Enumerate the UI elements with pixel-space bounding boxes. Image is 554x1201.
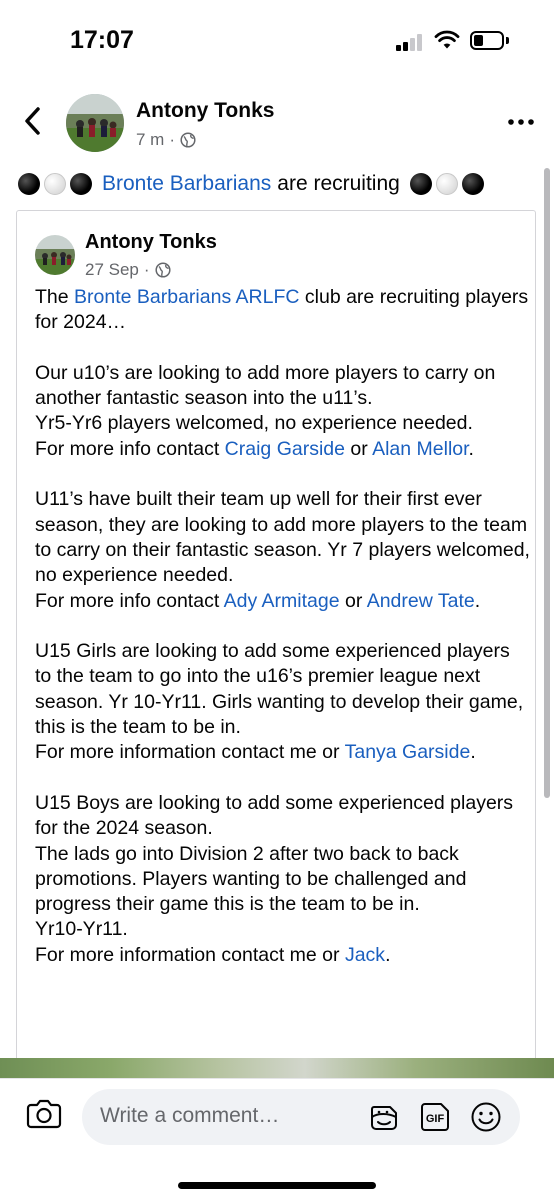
status-bar: 17:07 bbox=[0, 0, 554, 80]
headline-text: are recruiting bbox=[277, 172, 400, 195]
paragraph-text: The bbox=[35, 286, 75, 308]
paragraph-text: Our u10’s are looking to add more player… bbox=[35, 361, 496, 410]
paragraph-text: U15 Boys are looking to add some experie… bbox=[35, 791, 514, 840]
shared-author-name[interactable]: Antony Tonks bbox=[85, 231, 217, 254]
shared-post-body: The Bronte Barbarians ARLFC club are rec… bbox=[35, 285, 531, 993]
cellular-signal-icon bbox=[396, 33, 426, 51]
home-indicator bbox=[178, 1182, 376, 1189]
meta-dot: · bbox=[169, 130, 176, 149]
paragraph-text: or bbox=[344, 437, 373, 460]
mention-link[interactable]: Andrew Tate bbox=[367, 590, 475, 612]
post-photo-preview[interactable] bbox=[0, 1058, 554, 1080]
post-headline: Bronte Barbarians are recruiting bbox=[18, 170, 488, 198]
black-circle-emoji bbox=[461, 173, 484, 195]
white-circle-emoji bbox=[435, 173, 458, 195]
paragraph-text: . bbox=[468, 437, 474, 460]
post-meta: 7 m · bbox=[136, 130, 196, 150]
paragraph-text: U15 Girls are looking to add some experi… bbox=[35, 640, 524, 739]
paragraph-text: or bbox=[339, 589, 367, 612]
comment-input[interactable]: Write a comment… GIF bbox=[82, 1089, 520, 1145]
paragraph-text: For more info contact bbox=[35, 589, 224, 612]
sticker-icon[interactable] bbox=[366, 1099, 402, 1135]
mention-link[interactable]: Tanya Garside bbox=[345, 741, 471, 763]
post-paragraph: The Bronte Barbarians ARLFC club are rec… bbox=[35, 285, 531, 336]
globe-icon bbox=[155, 262, 171, 278]
post-time[interactable]: 7 m bbox=[136, 130, 164, 150]
paragraph-text: For more information contact me or bbox=[35, 741, 345, 764]
gif-icon[interactable]: GIF bbox=[417, 1099, 453, 1135]
post-paragraph: U11’s have built their team up well for … bbox=[35, 487, 531, 613]
post-paragraph: U15 Boys are looking to add some experie… bbox=[35, 791, 531, 968]
black-circle-emoji bbox=[18, 173, 40, 195]
black-circle-emoji bbox=[70, 173, 92, 195]
scrollbar[interactable] bbox=[544, 168, 550, 798]
paragraph-text: U11’s have built their team up well for … bbox=[35, 488, 530, 587]
camera-icon[interactable] bbox=[26, 1097, 62, 1129]
mention-link[interactable]: Alan Mellor bbox=[372, 438, 468, 460]
shared-post-meta: 27 Sep · bbox=[85, 260, 171, 280]
paragraph-text: . bbox=[385, 943, 391, 966]
emoji-icon[interactable] bbox=[468, 1099, 504, 1135]
comment-composer: Write a comment… GIF bbox=[0, 1078, 554, 1201]
paragraph-text: The lads go into Division 2 after two ba… bbox=[35, 842, 467, 916]
post-paragraph: Our u10’s are looking to add more player… bbox=[35, 361, 531, 462]
white-circle-emoji bbox=[44, 173, 66, 195]
post-paragraph: U15 Girls are looking to add some experi… bbox=[35, 639, 531, 765]
mention-link[interactable]: Bronte Barbarians ARLFC bbox=[74, 286, 299, 308]
paragraph-text: . bbox=[474, 589, 481, 612]
mention-link[interactable]: Jack bbox=[345, 944, 385, 966]
author-name[interactable]: Antony Tonks bbox=[136, 99, 274, 123]
globe-icon bbox=[180, 132, 196, 148]
paragraph-text: For more info contact bbox=[35, 437, 225, 460]
gif-label: GIF bbox=[426, 1113, 445, 1125]
paragraph-text: Yr10-Yr11. bbox=[35, 918, 128, 941]
shared-post-card[interactable]: Antony Tonks 27 Sep · The Bronte Barbari… bbox=[16, 210, 536, 1060]
paragraph-text: . bbox=[470, 741, 476, 764]
group-link[interactable]: Bronte Barbarians bbox=[102, 172, 271, 196]
status-time: 17:07 bbox=[70, 26, 134, 54]
mention-link[interactable]: Craig Garside bbox=[225, 438, 345, 460]
comment-placeholder: Write a comment… bbox=[100, 1104, 280, 1127]
paragraph-text: For more information contact me or bbox=[35, 943, 345, 966]
author-avatar[interactable] bbox=[66, 94, 124, 152]
mention-link[interactable]: Ady Armitage bbox=[224, 590, 340, 612]
battery-tip bbox=[506, 37, 509, 44]
shared-post-date[interactable]: 27 Sep bbox=[85, 260, 139, 280]
chevron-left-icon[interactable] bbox=[20, 106, 46, 136]
wifi-icon bbox=[434, 30, 460, 49]
post-header: Antony Tonks 7 m · bbox=[0, 80, 554, 170]
paragraph-text: Yr5-Yr6 players welcomed, no experience … bbox=[35, 412, 473, 435]
battery-icon bbox=[470, 31, 504, 50]
shared-author-avatar[interactable] bbox=[35, 235, 75, 275]
more-horizontal-icon[interactable] bbox=[508, 118, 534, 126]
black-circle-emoji bbox=[409, 173, 432, 195]
meta-dot: · bbox=[143, 260, 150, 279]
